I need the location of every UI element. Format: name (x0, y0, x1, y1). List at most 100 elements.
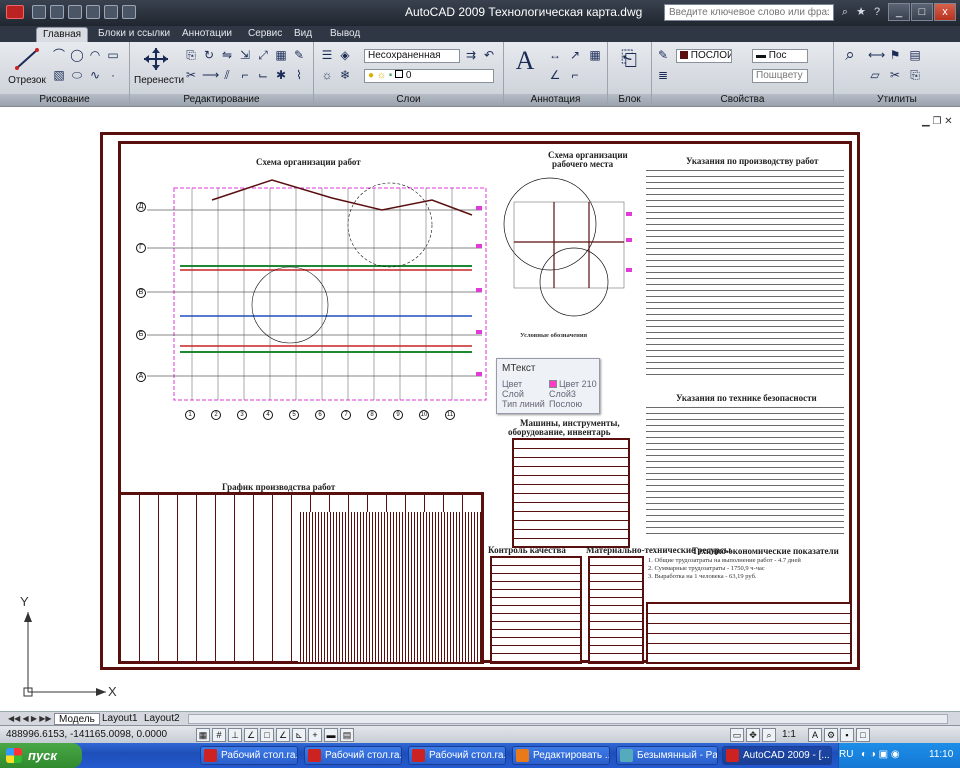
tab-layout1[interactable]: Layout1 (98, 713, 142, 725)
hatch-icon[interactable]: ▧ (52, 68, 66, 82)
tab-nav-arrows-icon[interactable]: ◀◀ ◀ ▶ ▶▶ (4, 713, 56, 725)
calculator-icon[interactable]: ▤ (908, 48, 922, 62)
tray-icons[interactable]: ◐ ◑ ▣ ◉ (861, 749, 900, 760)
tab-model[interactable]: Модель (54, 713, 100, 725)
annotation-visibility-icon[interactable]: A (808, 728, 822, 742)
horizontal-scrollbar[interactable] (188, 714, 948, 724)
undo-icon[interactable] (104, 5, 118, 19)
move-button[interactable]: Перенести (134, 46, 184, 86)
rectangle-icon[interactable]: ▭ (106, 48, 120, 62)
text-icon[interactable]: A (510, 46, 540, 76)
zoom-status-icon[interactable]: ⌕ (762, 728, 776, 742)
help-icon[interactable]: ? (870, 5, 884, 19)
annotation-scale[interactable]: 1:1 (782, 729, 796, 740)
quick-select-icon[interactable]: ⚑ (888, 48, 902, 62)
layer-off-icon[interactable]: ☼ (320, 68, 334, 82)
arc-icon[interactable]: ◠ (88, 48, 102, 62)
search-input[interactable] (664, 4, 834, 21)
tab-annotation[interactable]: Аннотации (176, 27, 238, 42)
ortho-icon[interactable]: ⊥ (228, 728, 242, 742)
print-icon[interactable] (86, 5, 100, 19)
cut-icon[interactable]: ✂ (888, 68, 902, 82)
tab-layout2[interactable]: Layout2 (140, 713, 184, 725)
clean-screen-icon[interactable]: □ (856, 728, 870, 742)
layer-state-select[interactable]: Несохраненная (364, 49, 460, 63)
qp-icon[interactable]: ▤ (340, 728, 354, 742)
pan-icon[interactable]: ✥ (746, 728, 760, 742)
language-indicator[interactable]: RU (839, 749, 853, 760)
dimension-icon[interactable]: ↔ (548, 48, 562, 62)
plotstyle-select[interactable]: Пошцвету (752, 69, 808, 83)
taskbar-item[interactable]: Редактировать ... (512, 746, 610, 765)
open-file-icon[interactable] (50, 5, 64, 19)
spline-icon[interactable]: ∿ (88, 68, 102, 82)
taskbar-item-active[interactable]: AutoCAD 2009 - [... (722, 746, 832, 765)
scale-icon[interactable]: ⤢ (256, 48, 270, 62)
tab-blocks[interactable]: Блоки и ссылки (92, 27, 176, 42)
taskbar-item[interactable]: Рабочий стол.ra... (304, 746, 402, 765)
tab-home[interactable]: Главная (36, 27, 89, 42)
new-file-icon[interactable] (32, 5, 46, 19)
fillet-icon[interactable]: ⌐ (238, 68, 252, 82)
viewport-close-icon[interactable]: ✕ (944, 116, 952, 127)
osnap-icon[interactable]: □ (260, 728, 274, 742)
match-properties-icon[interactable]: ✎ (656, 48, 670, 62)
rotate-icon[interactable]: ↻ (202, 48, 216, 62)
grid-icon[interactable]: # (212, 728, 226, 742)
point-icon[interactable]: · (106, 68, 120, 82)
start-button[interactable]: пуск (0, 743, 82, 768)
minimize-button[interactable]: _ (888, 3, 910, 21)
copy-icon[interactable]: ⎘ (184, 48, 198, 62)
ducs-icon[interactable]: ⊾ (292, 728, 306, 742)
layer-previous-icon[interactable]: ↶ (482, 48, 496, 62)
star-icon[interactable]: ★ (854, 5, 868, 19)
lwt-icon[interactable]: ▬ (324, 728, 338, 742)
otrack-icon[interactable]: ∠ (276, 728, 290, 742)
break-icon[interactable]: ⌇ (292, 68, 306, 82)
layer-freeze-icon[interactable]: ❄ (338, 68, 352, 82)
layer-match-icon[interactable]: ⇉ (464, 48, 478, 62)
ellipse-icon[interactable]: ⬭ (70, 68, 84, 82)
layer-state-icon[interactable]: ◈ (338, 48, 352, 62)
extend-icon[interactable]: ⟶ (202, 68, 219, 82)
taskbar-item[interactable]: Безымянный - Paint (616, 746, 718, 765)
trim-icon[interactable]: ✂ (184, 68, 198, 82)
dyn-icon[interactable]: + (308, 728, 322, 742)
search-icon[interactable]: ⌕ (838, 5, 852, 19)
paste-icon[interactable]: ⎘ (908, 68, 922, 82)
close-button[interactable]: x (934, 3, 956, 21)
zoom-icon[interactable]: ⌕ (840, 46, 860, 68)
list-icon[interactable]: ≣ (656, 68, 670, 82)
layer-properties-icon[interactable]: ☰ (320, 48, 334, 62)
viewport-minimize-icon[interactable]: ▁ (922, 116, 930, 127)
maximize-button[interactable]: □ (911, 3, 933, 21)
save-icon[interactable] (68, 5, 82, 19)
workspace-icon[interactable]: ⚙ (824, 728, 838, 742)
autocad-logo-icon[interactable] (6, 5, 24, 19)
tab-tools[interactable]: Сервис (242, 27, 288, 42)
linetype-select[interactable]: ▬ Пос (752, 49, 808, 63)
leader-icon[interactable]: ↗ (568, 48, 582, 62)
redo-icon[interactable] (122, 5, 136, 19)
polar-icon[interactable]: ∠ (244, 728, 258, 742)
erase-icon[interactable]: ✎ (292, 48, 306, 62)
insert-block-icon[interactable]: ⎗ (614, 49, 644, 76)
current-layer-select[interactable]: ● ☼ ▪ 0 (364, 69, 494, 83)
tab-view[interactable]: Вид (288, 27, 318, 42)
chamfer-icon[interactable]: ⌙ (256, 68, 270, 82)
dim-angle-icon[interactable]: ∠ (548, 68, 562, 82)
taskbar-item[interactable]: Рабочий стол.ra... (200, 746, 298, 765)
lock-status-icon[interactable]: ▪ (840, 728, 854, 742)
circle-icon[interactable]: ◯ (70, 48, 84, 62)
polyline-icon[interactable]: ⌒ (52, 48, 66, 62)
color-select[interactable]: ПОСЛОЙ (676, 49, 732, 63)
model-space-icon[interactable]: ▭ (730, 728, 744, 742)
table-icon[interactable]: ▦ (588, 48, 602, 62)
stretch-icon[interactable]: ⇲ (238, 48, 252, 62)
distance-icon[interactable]: ⟷ (868, 48, 885, 62)
explode-icon[interactable]: ✱ (274, 68, 288, 82)
viewport-restore-icon[interactable]: ❐ (932, 116, 941, 127)
mirror-icon[interactable]: ⇋ (220, 48, 234, 62)
offset-icon[interactable]: ⫽ (220, 68, 234, 82)
array-icon[interactable]: ▦ (274, 48, 288, 62)
